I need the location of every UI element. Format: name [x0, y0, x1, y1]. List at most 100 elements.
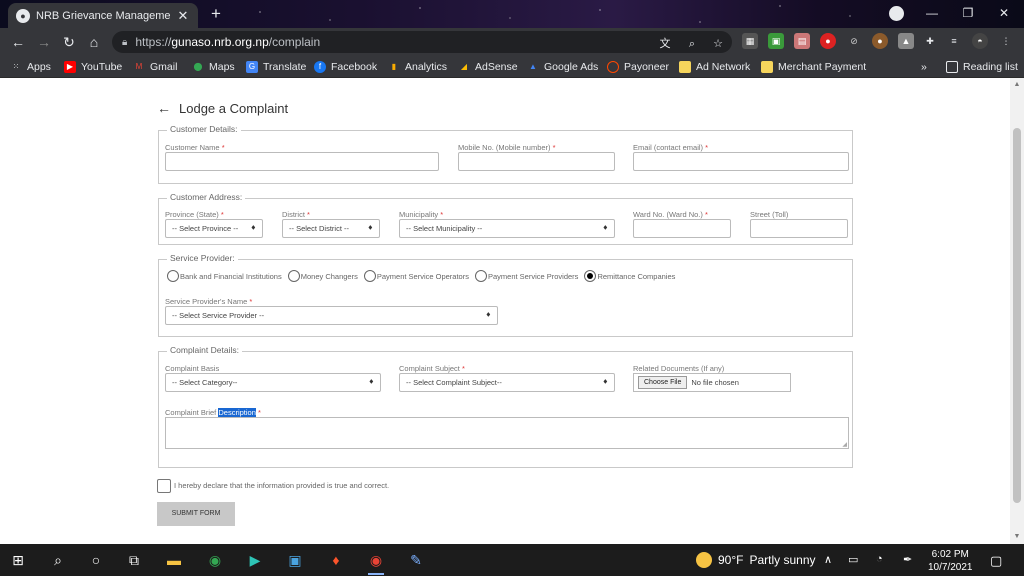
page-scrollbar[interactable]: ▲ ▼ — [1010, 78, 1024, 544]
bookmark-maps[interactable]: ⬤ Maps — [192, 59, 235, 75]
customer-name-input[interactable] — [165, 152, 439, 171]
extension-gray-icon[interactable]: ▲ — [898, 33, 914, 49]
cortana-icon[interactable]: ○ — [86, 550, 106, 570]
province-select[interactable]: -- Select Province -- — [165, 219, 263, 238]
tray-chevron-icon[interactable]: ∧ — [824, 553, 832, 566]
email-input[interactable] — [633, 152, 849, 171]
label-text: Complaint Subject — [399, 364, 460, 373]
pen-icon[interactable]: ✒ — [903, 553, 912, 566]
address-bar[interactable]: 🔒︎ https://gunaso.nrb.org.np/complain 文 … — [112, 31, 732, 53]
weather-widget[interactable]: 90°F Partly sunny — [696, 552, 816, 568]
municipality-select[interactable]: -- Select Municipality -- — [399, 219, 615, 238]
profile-icon[interactable] — [889, 6, 904, 21]
close-window-button[interactable]: ✕ — [986, 0, 1022, 28]
app-arrow-icon[interactable]: ▶ — [245, 550, 265, 570]
scroll-up-icon[interactable]: ▲ — [1010, 78, 1024, 92]
chrome-icon[interactable]: ◉ — [205, 550, 225, 570]
folder-icon — [679, 61, 691, 73]
radio-remittance-companies[interactable]: Remittance Companies — [584, 270, 675, 282]
provider-name-select[interactable]: -- Select Service Provider -- — [165, 306, 498, 325]
paint-icon[interactable]: ✎ — [406, 550, 426, 570]
zoom-icon[interactable]: ⌕ — [684, 36, 700, 52]
qr-extension-icon[interactable]: ▦ — [742, 33, 758, 49]
complaint-subject-label: Complaint Subject * — [399, 364, 465, 373]
complaint-subject-select[interactable]: -- Select Complaint Subject-- — [399, 373, 615, 392]
gmail-icon: M — [135, 62, 143, 71]
bookmark-translate[interactable]: G Translate — [246, 59, 306, 75]
home-icon[interactable]: ⌂ — [83, 32, 105, 52]
bookmark-merchant-payment[interactable]: Merchant Payment — [761, 59, 866, 75]
radio-payment-service-providers[interactable]: Payment Service Providers — [474, 270, 578, 282]
mobile-input[interactable] — [458, 152, 615, 171]
bookmark-google-ads[interactable]: ▲ Google Ads — [527, 59, 598, 75]
windows-start-icon[interactable]: ⊞ — [8, 550, 28, 570]
reload-icon[interactable]: ↻ — [58, 32, 80, 52]
forward-arrow-icon[interactable]: → — [33, 32, 55, 52]
scroll-down-icon[interactable]: ▼ — [1010, 530, 1024, 544]
task-view-icon[interactable]: ⧉ — [124, 550, 144, 570]
bookmark-ad-network[interactable]: Ad Network — [679, 59, 750, 75]
bookmarks-bar: ⁙ Apps ▶ YouTube M Gmail ⬤ Maps G Translate f… — [0, 56, 1024, 78]
minimize-button[interactable]: — — [914, 0, 950, 28]
street-input[interactable] — [750, 219, 848, 238]
extension-circle-icon[interactable]: ⊘ — [846, 33, 862, 49]
choose-file-button[interactable]: Choose File — [638, 376, 688, 389]
bookmarks-overflow-chevron-icon[interactable]: » — [921, 59, 927, 75]
store-icon[interactable]: ▣ — [285, 550, 305, 570]
page-heading: ← Lodge a Complaint — [157, 100, 288, 116]
notifications-icon[interactable]: ▢ — [990, 553, 1002, 569]
ward-input[interactable] — [633, 219, 731, 238]
submit-form-button[interactable]: SUBMIT FORM — [157, 502, 235, 526]
tab-close-icon[interactable]: ✕ — [176, 8, 190, 24]
extension-image-icon[interactable]: ▤ — [794, 33, 810, 49]
extension-red-icon[interactable]: ● — [820, 33, 836, 49]
bookmark-label: Apps — [27, 61, 51, 73]
bookmark-facebook[interactable]: f Facebook — [314, 59, 377, 75]
back-arrow-icon[interactable]: ← — [157, 100, 171, 116]
bookmark-youtube[interactable]: ▶ YouTube — [64, 59, 122, 75]
complaint-basis-select[interactable]: -- Select Category-- — [165, 373, 381, 392]
brave-icon[interactable]: ♦ — [326, 550, 346, 570]
menu-kebab-icon[interactable]: ⋮ — [998, 33, 1014, 49]
new-tab-button[interactable]: + — [206, 5, 226, 25]
radio-bank-financial[interactable]: Bank and Financial Institutions — [167, 270, 282, 282]
restore-button[interactable]: ❐ — [950, 0, 986, 28]
system-clock[interactable]: 6:02 PM 10/7/2021 — [928, 548, 973, 574]
cookie-extension-icon[interactable]: ● — [872, 33, 888, 49]
complaint-description-textarea[interactable] — [165, 417, 849, 449]
bookmark-adsense[interactable]: ◢ AdSense — [458, 59, 518, 75]
bookmark-apps[interactable]: ⁙ Apps — [10, 59, 51, 75]
email-label: Email (contact email) * — [633, 143, 708, 152]
bookmark-star-icon[interactable]: ☆ — [710, 36, 726, 52]
search-icon[interactable]: ⌕ — [48, 550, 68, 570]
declaration-checkbox[interactable] — [157, 479, 171, 493]
radio-money-changers[interactable]: Money Changers — [287, 270, 358, 282]
reading-list-button[interactable]: Reading list — [946, 59, 1018, 75]
extension-green-icon[interactable]: ▣ — [768, 33, 784, 49]
customer-address-legend: Customer Address: — [167, 192, 246, 202]
maps-icon: ⬤ — [193, 62, 203, 71]
label-text: Municipality — [399, 210, 439, 219]
battery-icon[interactable]: ▭ — [848, 553, 858, 566]
media-control-icon[interactable]: ≡ — [946, 33, 962, 49]
required-mark: * — [552, 143, 556, 152]
partly-sunny-icon — [696, 552, 712, 568]
browser-tab[interactable]: ● NRB Grievance Management Sys ✕ — [8, 3, 198, 28]
scrollbar-thumb[interactable] — [1013, 128, 1021, 503]
file-explorer-icon[interactable]: ▬ — [164, 550, 184, 570]
bookmark-label: Ad Network — [696, 61, 751, 73]
label-text: Service Provider's Name — [165, 297, 248, 306]
radio-payment-service-operators[interactable]: Payment Service Operators — [363, 270, 469, 282]
extensions-puzzle-icon[interactable]: ✚ — [922, 33, 938, 49]
bookmark-payoneer[interactable]: Payoneer — [607, 59, 669, 75]
bookmark-analytics[interactable]: ▮ Analytics — [388, 59, 447, 75]
translate-page-icon[interactable]: 文 — [657, 36, 673, 52]
wifi-icon[interactable]: ◔ — [876, 553, 883, 565]
chrome-active-icon[interactable]: ◉ — [366, 550, 386, 575]
browser-title-bar: ● NRB Grievance Management Sys ✕ + — ❐ ✕ — [0, 0, 1024, 28]
back-arrow-icon[interactable]: ← — [7, 32, 29, 52]
apps-grid-icon: ⁙ — [12, 62, 20, 71]
district-select[interactable]: -- Select District -- — [282, 219, 380, 238]
bookmark-gmail[interactable]: M Gmail — [133, 59, 178, 75]
profile-avatar-icon[interactable]: ◓ — [972, 33, 988, 49]
